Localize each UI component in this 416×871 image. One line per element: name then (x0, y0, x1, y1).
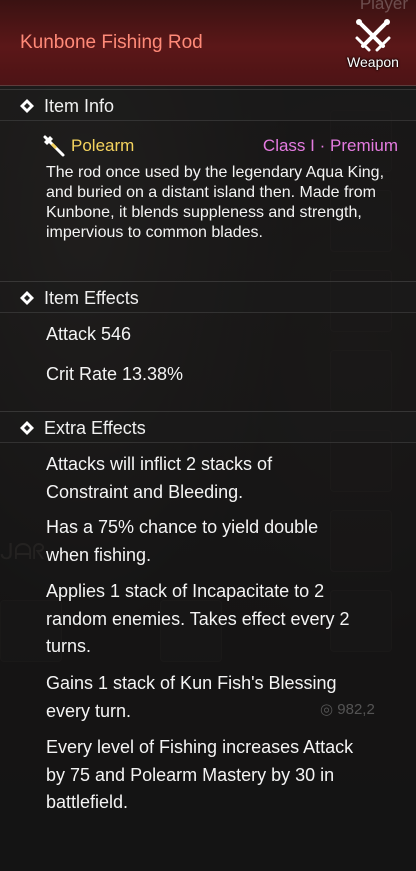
section-extra-effects: Extra Effects (0, 411, 416, 443)
section-heading: Item Effects (44, 288, 139, 308)
diamond-bullet-icon (20, 421, 34, 435)
extra-effect-line: when fishing. (46, 545, 152, 565)
polearm-icon (43, 135, 65, 157)
section-heading: Item Info (44, 96, 115, 116)
item-category-row: Polearm Class I · Premium (42, 134, 398, 158)
tooltip-header: Player Kunbone Fishing Rod Weapon (0, 0, 416, 86)
extra-effect-line: Has a 75% chance to yield double (46, 517, 319, 537)
extra-effect-line: Attacks will inflict 2 stacks of (46, 454, 273, 474)
crossed-swords-icon (355, 19, 391, 52)
currency-value: 982,2 (337, 701, 375, 718)
extra-effect-line: Applies 1 stack of Incapacitate to 2 (46, 581, 325, 601)
extra-effect-line: Gains 1 stack of Kun Fish's Blessing (46, 673, 337, 693)
item-class-grade: Class I · Premium (262, 136, 398, 155)
extra-effect-line: random enemies. Takes effect every 2 (46, 609, 350, 629)
section-item-info: Item Info (0, 89, 416, 121)
extra-effect-line: Every level of Fishing increases Attack (46, 737, 354, 757)
stat-crit-rate: Crit Rate 13.38% (46, 364, 184, 384)
diamond-bullet-icon (20, 99, 34, 113)
item-type-badge: Weapon (340, 16, 406, 76)
item-description: The rod once used by the legendary Aqua … (46, 164, 385, 241)
currency-display-ghost: ◎ 982,2 (320, 700, 416, 724)
stat-attack: Attack 546 (46, 324, 132, 344)
item-tooltip: Player Kunbone Fishing Rod Weapon Item I… (0, 0, 416, 871)
item-name: Kunbone Fishing Rod (20, 32, 203, 53)
section-item-effects: Item Effects (0, 281, 416, 313)
player-tab-ghost: Player (359, 0, 408, 13)
item-category: Polearm (71, 136, 135, 155)
extra-effect-line: Constraint and Bleeding. (46, 482, 244, 502)
extra-effect-line: by 75 and Polearm Mastery by 30 in (46, 765, 335, 785)
section-heading: Extra Effects (44, 418, 146, 438)
coin-icon: ◎ (320, 701, 334, 718)
extra-effect-line: turns. (46, 636, 92, 656)
extra-effect-line: battlefield. (46, 792, 129, 812)
item-type-label: Weapon (347, 54, 399, 70)
diamond-bullet-icon (20, 291, 34, 305)
